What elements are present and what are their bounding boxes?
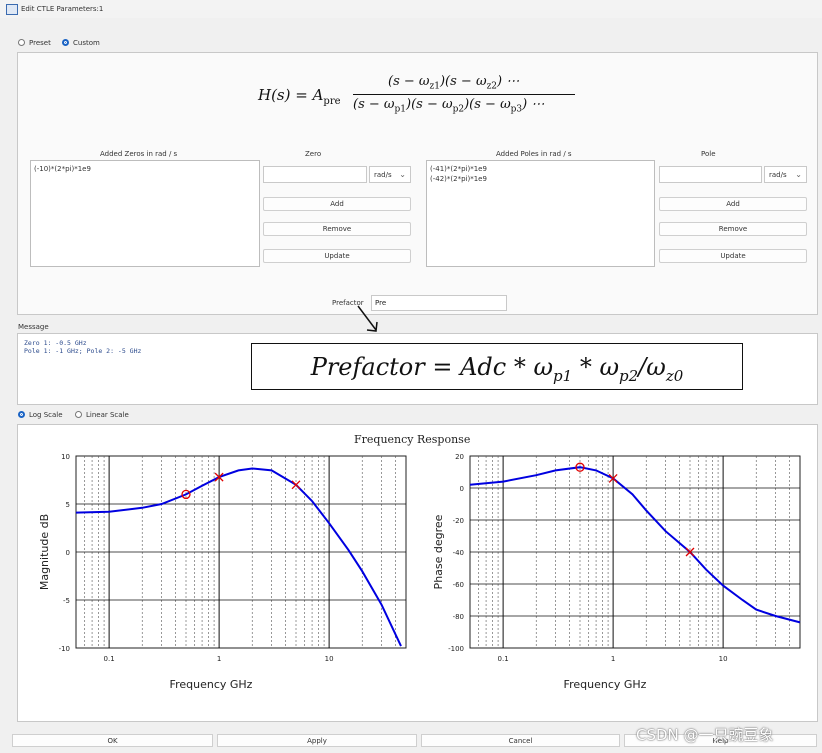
zero-update-button[interactable]: Update xyxy=(263,249,411,263)
pole-add-button[interactable]: Add xyxy=(659,197,807,211)
x-tick-label: 0.1 xyxy=(104,655,115,663)
window-title: Edit CTLE Parameters:1 xyxy=(21,5,104,13)
y-tick-label: 10 xyxy=(61,453,70,461)
zero-remove-button[interactable]: Remove xyxy=(263,222,411,236)
preset-radio[interactable] xyxy=(18,39,25,46)
log-scale-label: Log Scale xyxy=(29,411,63,419)
pole-input-label: Pole xyxy=(701,150,716,158)
x-tick-label: 1 xyxy=(611,655,615,663)
list-item[interactable]: (-42)*(2*pi)*1e9 xyxy=(430,174,651,184)
y-tick-label: -10 xyxy=(59,645,70,653)
linear-scale-radio[interactable] xyxy=(75,411,82,418)
magnitude-chart: 10 5 0 -5 -10 0.1 1 10 Frequency GHz Magnitude dB xyxy=(38,453,407,691)
zero-input-label: Zero xyxy=(305,150,322,158)
y-tick-label: -40 xyxy=(453,549,464,557)
y-tick-label: -80 xyxy=(453,613,464,621)
pole-remove-button[interactable]: Remove xyxy=(659,222,807,236)
poles-header: Added Poles in rad / s xyxy=(496,150,572,158)
title-bar: Edit CTLE Parameters:1 xyxy=(0,0,822,18)
preset-radio-label: Preset xyxy=(29,39,51,47)
y-tick-label: -20 xyxy=(453,517,464,525)
y-axis-label: Phase degree xyxy=(432,514,445,589)
x-axis-label: Frequency GHz xyxy=(564,678,647,691)
x-tick-label: 1 xyxy=(217,655,221,663)
x-tick-label: 0.1 xyxy=(498,655,509,663)
chevron-down-icon: ⌄ xyxy=(795,170,802,179)
x-axis-label: Frequency GHz xyxy=(170,678,253,691)
zero-input[interactable] xyxy=(263,166,367,183)
linear-scale-label: Linear Scale xyxy=(86,411,129,419)
phase-chart: 20 0 -20 -40 -60 -80 -100 0.1 1 10 Frequency GHz Ph… xyxy=(432,453,801,691)
list-item[interactable]: (-10)*(2*pi)*1e9 xyxy=(34,164,256,174)
log-scale-radio[interactable] xyxy=(18,411,25,418)
message-label: Message xyxy=(18,323,49,331)
zero-unit-select[interactable]: rad/s ⌄ xyxy=(369,166,411,183)
pole-update-button[interactable]: Update xyxy=(659,249,807,263)
custom-radio[interactable] xyxy=(62,39,69,46)
y-tick-label: -60 xyxy=(453,581,464,589)
custom-radio-label: Custom xyxy=(73,39,100,47)
ok-button[interactable]: OK xyxy=(12,734,213,747)
zero-add-button[interactable]: Add xyxy=(263,197,411,211)
prefactor-annotation: Prefactor = Adc * ωp1 * ωp2/ωz0 xyxy=(251,343,743,390)
y-tick-label: 5 xyxy=(66,501,70,509)
y-axis-label: Magnitude dB xyxy=(38,514,51,590)
y-tick-label: 0 xyxy=(460,485,464,493)
transfer-function-formula: H(s) = Apre (s − ωz1)(s − ωz2) ⋯ (s − ωp… xyxy=(258,74,588,118)
annotation-arrow xyxy=(357,305,378,332)
y-tick-label: 0 xyxy=(66,549,70,557)
pole-input[interactable] xyxy=(659,166,762,183)
y-tick-label: -5 xyxy=(63,597,70,605)
zeros-header: Added Zeros in rad / s xyxy=(100,150,178,158)
x-tick-label: 10 xyxy=(719,655,728,663)
pole-unit-select[interactable]: rad/s ⌄ xyxy=(764,166,807,183)
chevron-down-icon: ⌄ xyxy=(399,170,406,179)
zeros-list[interactable]: (-10)*(2*pi)*1e9 xyxy=(30,160,260,267)
watermark: CSDN @一只豌豆象 xyxy=(636,726,774,744)
prefactor-input[interactable]: Pre xyxy=(371,295,507,311)
plot-title: Frequency Response xyxy=(354,433,471,446)
cancel-button[interactable]: Cancel xyxy=(421,734,620,747)
y-tick-label: -100 xyxy=(448,645,464,653)
list-item[interactable]: (-41)*(2*pi)*1e9 xyxy=(430,164,651,174)
y-tick-label: 20 xyxy=(455,453,464,461)
x-tick-label: 10 xyxy=(325,655,334,663)
poles-list[interactable]: (-41)*(2*pi)*1e9 (-42)*(2*pi)*1e9 xyxy=(426,160,655,267)
app-icon xyxy=(6,4,18,15)
apply-button[interactable]: Apply xyxy=(217,734,417,747)
